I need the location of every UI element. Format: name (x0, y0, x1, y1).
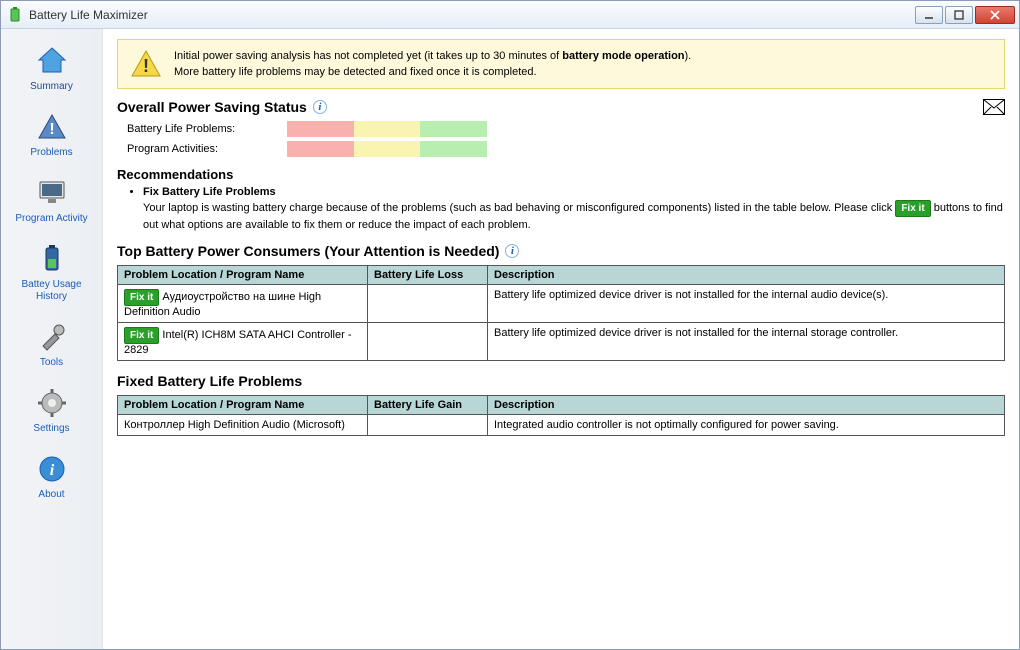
problem-desc: Integrated audio controller is not optim… (488, 415, 1005, 436)
col-desc: Description (488, 396, 1005, 415)
svg-text:!: ! (143, 56, 149, 76)
battery-gain (368, 415, 488, 436)
recommendations-heading: Recommendations (117, 167, 1005, 182)
info-icon[interactable]: i (505, 244, 519, 258)
notice-text: Initial power saving analysis has not co… (174, 48, 691, 80)
col-location: Problem Location / Program Name (118, 396, 368, 415)
col-loss: Battery Life Loss (368, 266, 488, 285)
svg-text:i: i (49, 462, 54, 479)
sidebar-item-label: Settings (33, 423, 69, 435)
fixit-button[interactable]: Fix it (124, 327, 159, 344)
status-bar (287, 141, 487, 157)
table-row: Контроллер High Definition Audio (Micros… (118, 415, 1005, 436)
sidebar-item-label: Summary (30, 81, 73, 93)
mail-icon[interactable] (983, 99, 1005, 115)
app-window: Battery Life Maximizer Summary ! Problem… (0, 0, 1020, 650)
col-desc: Description (488, 266, 1005, 285)
home-icon (34, 43, 70, 79)
col-gain: Battery Life Gain (368, 396, 488, 415)
sidebar-item-program-activity[interactable]: Program Activity (7, 169, 97, 235)
problem-name: Контроллер High Definition Audio (Micros… (118, 415, 368, 436)
battery-loss (368, 323, 488, 361)
gear-icon (34, 385, 70, 421)
tools-icon (34, 319, 70, 355)
fixit-badge-inline[interactable]: Fix it (895, 200, 930, 217)
status-label: Program Activities: (127, 143, 277, 155)
problem-desc: Battery life optimized device driver is … (488, 285, 1005, 323)
titlebar[interactable]: Battery Life Maximizer (1, 1, 1019, 29)
top-consumers-table: Problem Location / Program Name Battery … (117, 265, 1005, 361)
sidebar-item-label: Problems (30, 147, 72, 159)
col-location: Problem Location / Program Name (118, 266, 368, 285)
app-body: Summary ! Problems Program Activity Batt… (1, 29, 1019, 649)
recommendation-item: Fix Battery Life Problems Your laptop is… (143, 186, 1005, 233)
fixed-heading: Fixed Battery Life Problems (117, 373, 1005, 389)
table-row: Fix it Аудиоустройство на шине High Defi… (118, 285, 1005, 323)
notice-warning-icon: ! (130, 48, 162, 80)
notice-banner: ! Initial power saving analysis has not … (117, 39, 1005, 89)
info-icon[interactable]: i (313, 100, 327, 114)
sidebar-item-summary[interactable]: Summary (7, 37, 97, 103)
fixit-button[interactable]: Fix it (124, 289, 159, 306)
recommendation-text: Your laptop is wasting battery charge be… (143, 200, 1005, 233)
sidebar-item-label: About (38, 489, 64, 501)
maximize-button[interactable] (945, 6, 973, 24)
app-icon (7, 7, 23, 23)
status-heading-row: Overall Power Saving Status i (117, 99, 1005, 115)
sidebar-item-label: Tools (40, 357, 63, 369)
warning-icon: ! (34, 109, 70, 145)
battery-loss (368, 285, 488, 323)
table-row: Fix it Intel(R) ICH8M SATA AHCI Controll… (118, 323, 1005, 361)
close-button[interactable] (975, 6, 1015, 24)
status-bar (287, 121, 487, 137)
svg-text:!: ! (49, 121, 54, 138)
sidebar-item-problems[interactable]: ! Problems (7, 103, 97, 169)
sidebar-item-tools[interactable]: Tools (7, 313, 97, 379)
sidebar: Summary ! Problems Program Activity Batt… (1, 29, 103, 649)
problem-desc: Battery life optimized device driver is … (488, 323, 1005, 361)
status-row-activities: Program Activities: (127, 141, 1005, 157)
status-rows: Battery Life Problems: Program Activitie… (127, 121, 1005, 157)
monitor-icon (34, 175, 70, 211)
status-heading: Overall Power Saving Status (117, 99, 307, 115)
sidebar-item-about[interactable]: i About (7, 445, 97, 511)
sidebar-item-label: Program Activity (15, 213, 87, 225)
top-consumers-heading: Top Battery Power Consumers (Your Attent… (117, 243, 499, 259)
fixed-table: Problem Location / Program Name Battery … (117, 395, 1005, 436)
top-consumers-heading-row: Top Battery Power Consumers (Your Attent… (117, 243, 1005, 259)
recommendations-list: Fix Battery Life Problems Your laptop is… (143, 186, 1005, 233)
window-title: Battery Life Maximizer (29, 8, 915, 22)
sidebar-item-settings[interactable]: Settings (7, 379, 97, 445)
status-label: Battery Life Problems: (127, 123, 277, 135)
battery-icon (34, 241, 70, 277)
sidebar-item-label: Battey Usage History (7, 279, 97, 303)
info-icon: i (34, 451, 70, 487)
window-controls (915, 6, 1015, 24)
main-content: ! Initial power saving analysis has not … (103, 29, 1019, 649)
minimize-button[interactable] (915, 6, 943, 24)
status-row-problems: Battery Life Problems: (127, 121, 1005, 137)
recommendation-title: Fix Battery Life Problems (143, 186, 276, 198)
sidebar-item-battery-usage[interactable]: Battey Usage History (7, 235, 97, 313)
